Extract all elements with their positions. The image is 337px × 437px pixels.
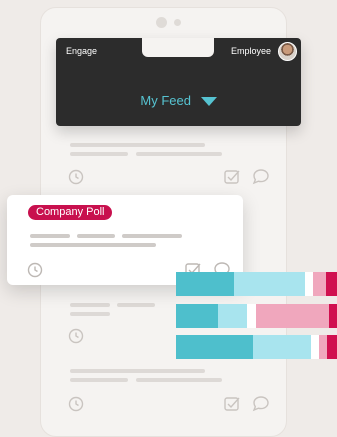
- avatar[interactable]: [278, 42, 297, 61]
- checkbox-icon[interactable]: [224, 169, 241, 185]
- comment-icon[interactable]: [252, 168, 270, 185]
- phone-notch: [142, 38, 214, 57]
- poll-result-bar: [176, 335, 337, 359]
- poll-result-segment: [312, 272, 326, 296]
- placeholder-line: [136, 378, 222, 382]
- placeholder-line: [136, 152, 222, 156]
- placeholder-line: [70, 369, 205, 373]
- poll-result-segment: [253, 335, 312, 359]
- poll-result-bar: [176, 272, 337, 296]
- poll-result-segment: [325, 272, 337, 296]
- poll-result-segment: [328, 304, 337, 328]
- poll-result-bar: [176, 304, 337, 328]
- placeholder-line: [30, 234, 70, 238]
- feed-title: My Feed: [140, 93, 191, 108]
- poll-result-segment: [319, 335, 328, 359]
- clock-icon: [68, 328, 84, 344]
- placeholder-line: [30, 243, 156, 247]
- poll-badge: Company Poll: [28, 205, 113, 220]
- caret-down-icon: [200, 97, 217, 107]
- sensor-dot: [174, 19, 181, 26]
- poll-result-segment: [176, 304, 218, 328]
- poll-result-segment: [176, 335, 254, 359]
- placeholder-line: [70, 303, 110, 307]
- poll-result-segment: [176, 272, 234, 296]
- poll-result-segment: [311, 335, 320, 359]
- poll-result-segment: [217, 304, 247, 328]
- clock-icon: [68, 396, 84, 412]
- comment-icon[interactable]: [252, 395, 270, 412]
- clock-icon: [27, 262, 43, 278]
- poll-result-segment: [327, 335, 337, 359]
- poll-result-segment: [256, 304, 329, 328]
- app-name[interactable]: Engage: [66, 46, 97, 56]
- placeholder-line: [70, 152, 128, 156]
- clock-icon: [68, 169, 84, 185]
- placeholder-line: [77, 234, 115, 238]
- placeholder-line: [70, 312, 110, 316]
- poll-result-segment: [246, 304, 257, 328]
- camera-dot: [156, 17, 167, 28]
- poll-result-segment: [233, 272, 305, 296]
- placeholder-line: [70, 143, 205, 147]
- placeholder-line: [122, 234, 182, 238]
- user-role-label[interactable]: Employee: [231, 46, 271, 56]
- placeholder-line: [117, 303, 155, 307]
- poll-result-segment: [304, 272, 313, 296]
- checkbox-icon[interactable]: [224, 396, 241, 412]
- feed-selector[interactable]: My Feed: [56, 93, 301, 108]
- placeholder-line: [70, 378, 128, 382]
- app-header: Engage Employee My Feed: [56, 38, 301, 126]
